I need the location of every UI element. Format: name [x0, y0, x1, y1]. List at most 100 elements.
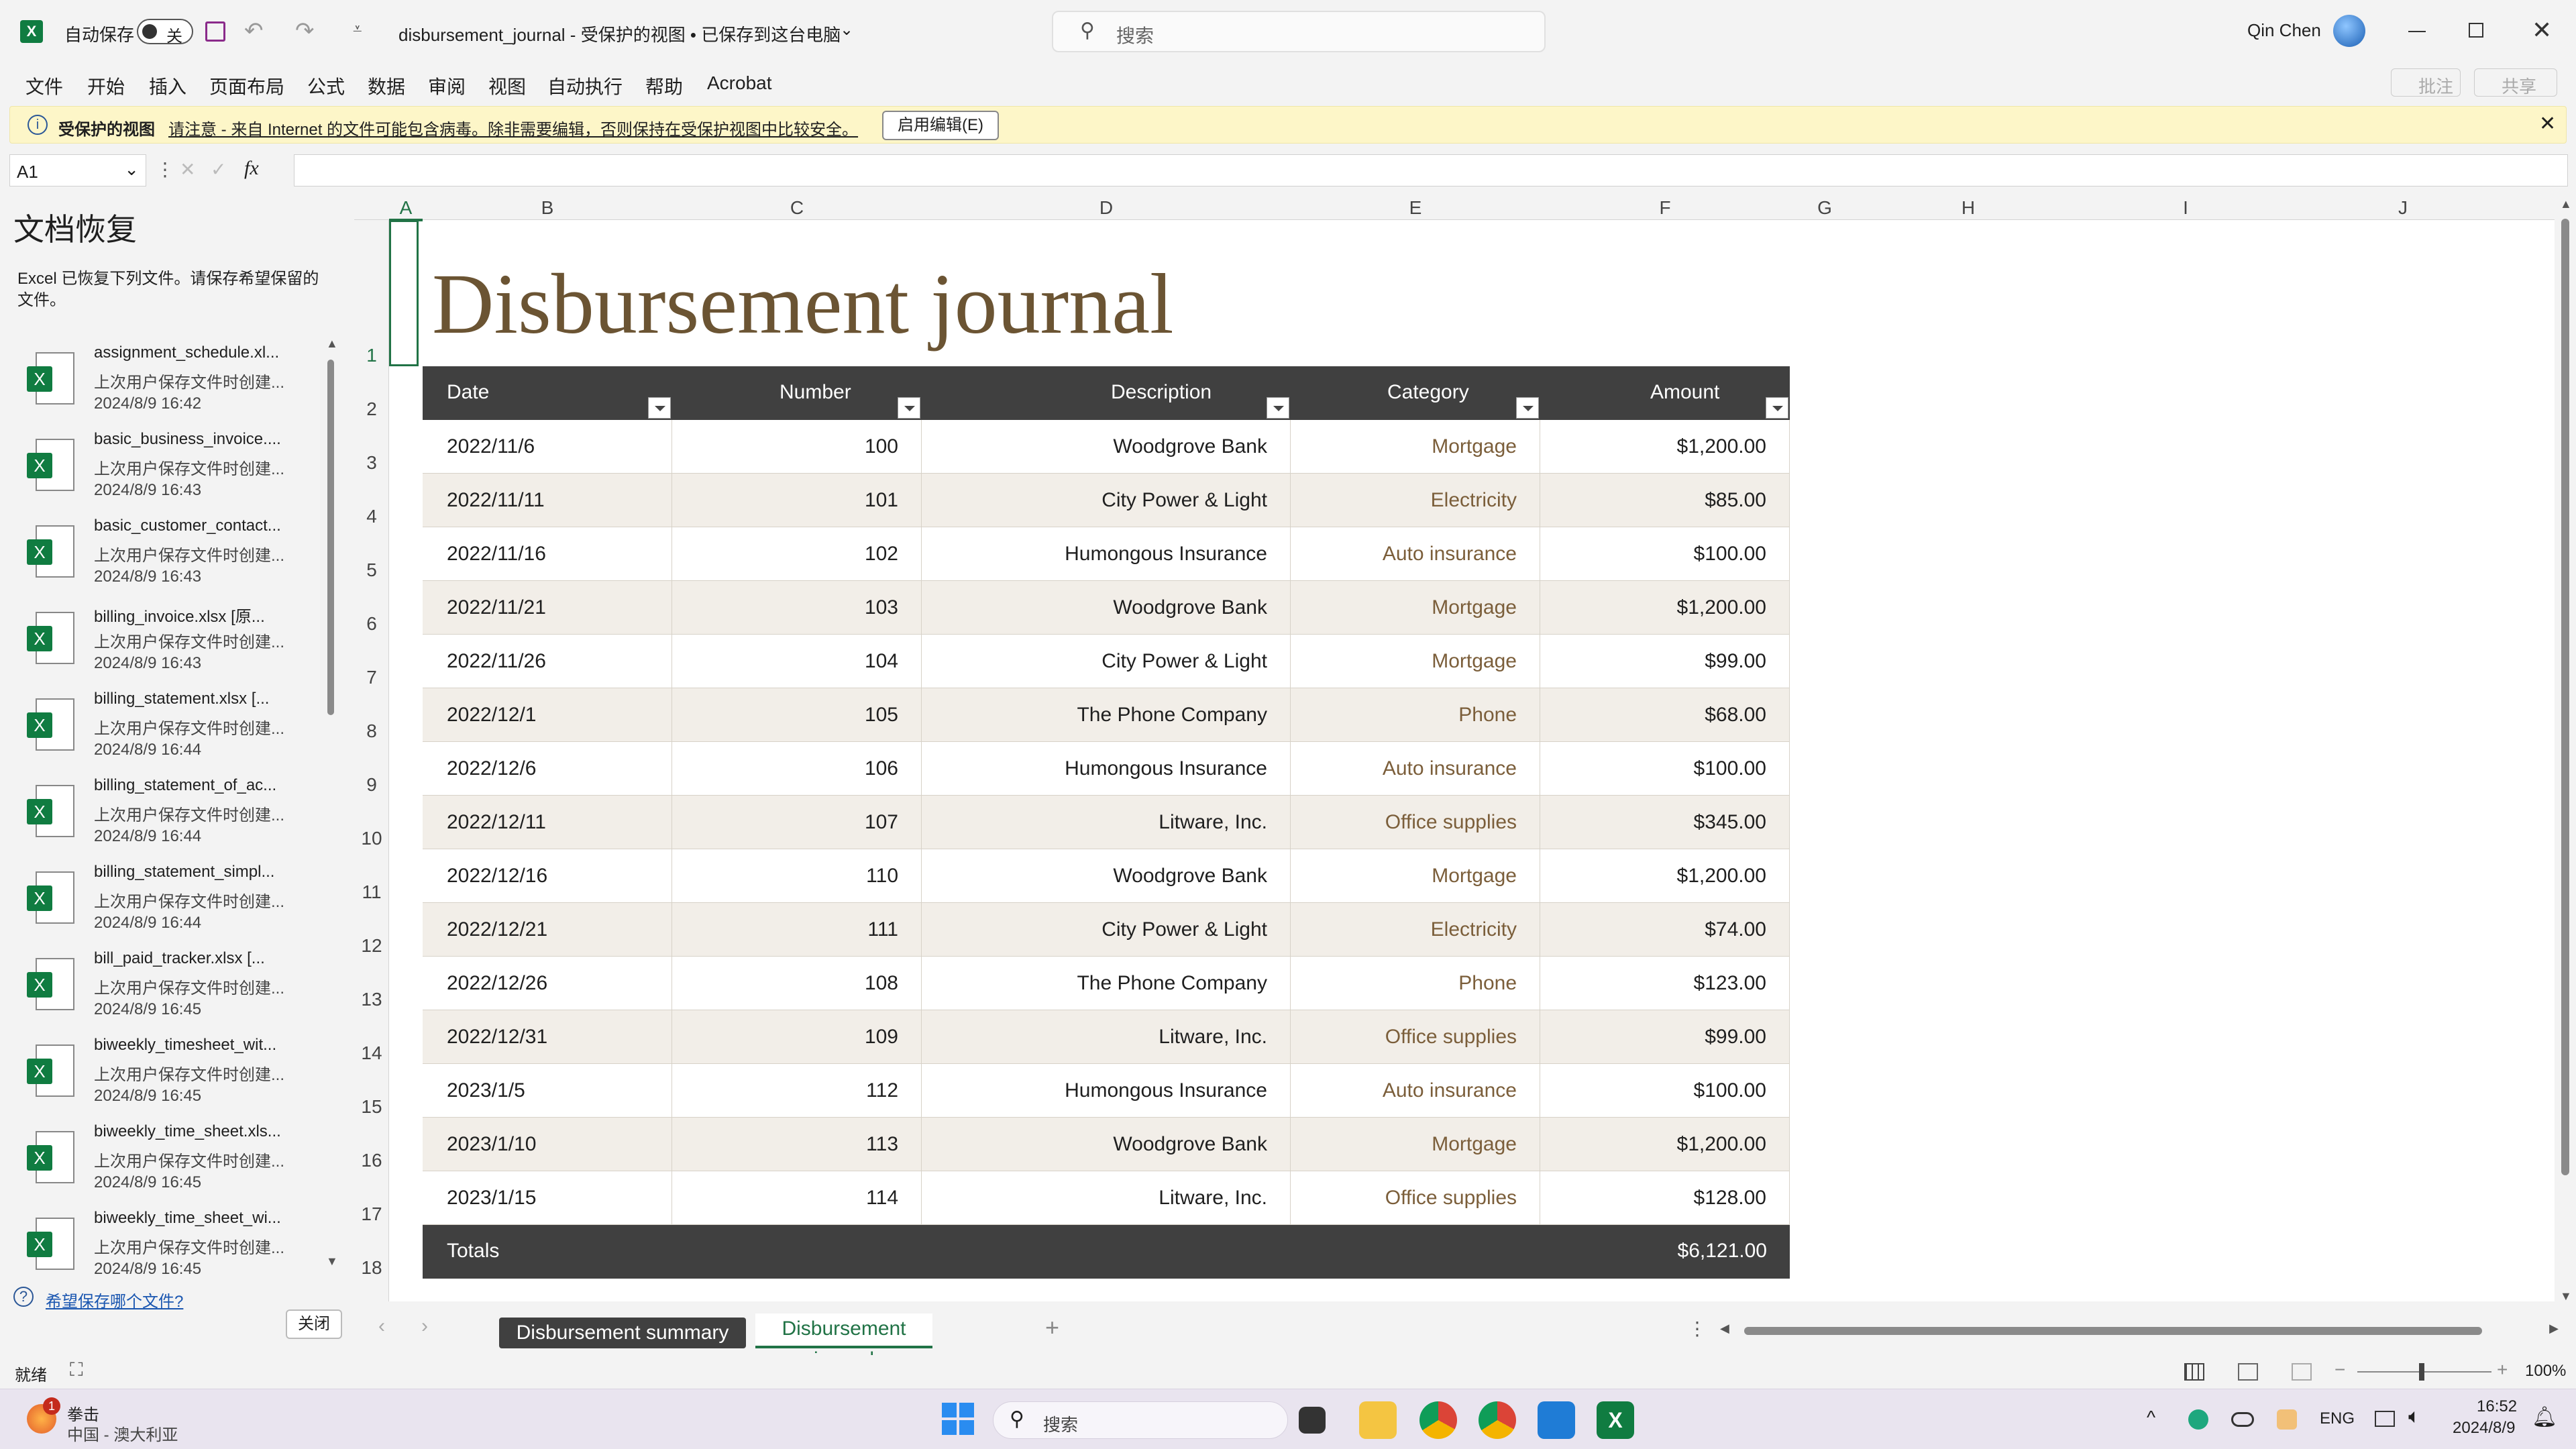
- app-tray-icon[interactable]: [2277, 1409, 2297, 1430]
- cell-number[interactable]: 109: [672, 1010, 922, 1064]
- column-header[interactable]: D: [922, 197, 1291, 219]
- name-box[interactable]: A1 ⌄: [9, 154, 146, 186]
- cell-description[interactable]: Litware, Inc.: [922, 1010, 1291, 1064]
- cell-date[interactable]: 2022/11/11: [423, 474, 672, 527]
- table-row[interactable]: 2023/1/10 113 Woodgrove Bank Mortgage $1,200…: [423, 1118, 1790, 1171]
- cell-number[interactable]: 104: [672, 635, 922, 688]
- page-break-icon[interactable]: [2292, 1363, 2312, 1381]
- cell-description[interactable]: City Power & Light: [922, 474, 1291, 527]
- filter-dropdown-icon[interactable]: [898, 397, 920, 419]
- redo-icon[interactable]: ↷: [295, 17, 315, 44]
- cell-amount[interactable]: $100.00: [1540, 742, 1790, 796]
- header-category[interactable]: Category: [1291, 366, 1540, 420]
- column-header[interactable]: B: [423, 197, 672, 219]
- cell-number[interactable]: 101: [672, 474, 922, 527]
- cell-description[interactable]: Humongous Insurance: [922, 527, 1291, 581]
- pane-scrollbar[interactable]: ▲ ▼: [326, 337, 338, 1269]
- onedrive-icon[interactable]: [2231, 1412, 2254, 1427]
- cell-description[interactable]: Woodgrove Bank: [922, 1118, 1291, 1171]
- table-row[interactable]: 2022/11/11 101 City Power & Light Electrici…: [423, 474, 1790, 527]
- cell-number[interactable]: 100: [672, 420, 922, 474]
- menu-view[interactable]: 视图: [488, 72, 526, 99]
- row-header[interactable]: 6: [354, 613, 389, 635]
- accessibility-icon[interactable]: ⛶: [70, 1359, 83, 1381]
- cell-amount[interactable]: $1,200.00: [1540, 420, 1790, 474]
- clock-time[interactable]: 16:52: [2477, 1397, 2517, 1416]
- cell-description[interactable]: Woodgrove Bank: [922, 581, 1291, 635]
- search-box[interactable]: ⚲ 搜索: [1052, 11, 1546, 52]
- enable-editing-button[interactable]: 启用编辑(E): [882, 111, 999, 140]
- cell-description[interactable]: Litware, Inc.: [922, 1171, 1291, 1225]
- table-row[interactable]: 2023/1/5 112 Humongous Insurance Auto insur…: [423, 1064, 1790, 1118]
- cell-number[interactable]: 108: [672, 957, 922, 1010]
- page-layout-icon[interactable]: [2238, 1363, 2258, 1381]
- chrome-profile-icon[interactable]: [1479, 1401, 1516, 1439]
- scroll-right-icon[interactable]: ▶: [2549, 1322, 2559, 1336]
- cell-date[interactable]: 2023/1/15: [423, 1171, 672, 1225]
- column-header[interactable]: H: [1860, 197, 2077, 219]
- cell-number[interactable]: 103: [672, 581, 922, 635]
- header-date[interactable]: Date: [423, 366, 672, 420]
- file-title[interactable]: disbursement_journal - 受保护的视图 • 已保存到这台电脑: [398, 21, 841, 46]
- taskbar-search[interactable]: ⚲ 搜索: [993, 1401, 1288, 1439]
- zoom-thumb[interactable]: [2419, 1363, 2424, 1381]
- clock-date[interactable]: 2024/8/9: [2453, 1419, 2515, 1438]
- cell-amount[interactable]: $85.00: [1540, 474, 1790, 527]
- menu-automate[interactable]: 自动执行: [547, 72, 623, 99]
- menu-formulas[interactable]: 公式: [307, 72, 345, 99]
- save-icon[interactable]: [205, 21, 225, 42]
- close-icon[interactable]: ✕: [2532, 16, 2552, 44]
- network-icon[interactable]: [2375, 1411, 2395, 1427]
- recovery-item[interactable]: X billing_statement_simpl... 上次用户保存文件时创建…: [0, 855, 329, 941]
- row-header[interactable]: 17: [354, 1203, 389, 1225]
- recovery-item[interactable]: X biweekly_time_sheet.xls... 上次用户保存文件时创建…: [0, 1114, 329, 1200]
- recovery-item[interactable]: X biweekly_time_sheet_wi... 上次用户保存文件时创建.…: [0, 1201, 329, 1281]
- cell-number[interactable]: 107: [672, 796, 922, 849]
- recovery-item[interactable]: X billing_statement.xlsx [... 上次用户保存文件时创…: [0, 682, 329, 767]
- chevron-down-icon[interactable]: ⌄: [840, 20, 853, 40]
- zoom-in-icon[interactable]: +: [2497, 1359, 2508, 1381]
- cell-number[interactable]: 102: [672, 527, 922, 581]
- selected-cell[interactable]: [389, 220, 419, 366]
- scroll-thumb[interactable]: [1744, 1327, 2482, 1335]
- scroll-thumb[interactable]: [327, 360, 334, 715]
- cell-category[interactable]: Mortgage: [1291, 420, 1540, 474]
- cell-amount[interactable]: $68.00: [1540, 688, 1790, 742]
- prev-sheet-icon[interactable]: ‹: [378, 1315, 385, 1338]
- cell-number[interactable]: 112: [672, 1064, 922, 1118]
- table-row[interactable]: 2022/12/21 111 City Power & Light Electrici…: [423, 903, 1790, 957]
- table-row[interactable]: 2022/12/11 107 Litware, Inc. Office supplie…: [423, 796, 1790, 849]
- cell-category[interactable]: Mortgage: [1291, 635, 1540, 688]
- row-header[interactable]: 4: [354, 506, 389, 527]
- cell-category[interactable]: Electricity: [1291, 474, 1540, 527]
- file-explorer-icon[interactable]: [1359, 1401, 1397, 1439]
- column-header[interactable]: A: [389, 197, 423, 221]
- cell-description[interactable]: The Phone Company: [922, 957, 1291, 1010]
- cell-amount[interactable]: $1,200.00: [1540, 581, 1790, 635]
- close-pane-button[interactable]: 关闭: [286, 1309, 342, 1339]
- which-file-link[interactable]: 希望保存哪个文件?: [46, 1288, 183, 1311]
- row-header[interactable]: 8: [354, 720, 389, 742]
- column-header[interactable]: E: [1291, 197, 1540, 219]
- cell-description[interactable]: Humongous Insurance: [922, 742, 1291, 796]
- cell-date[interactable]: 2022/11/16: [423, 527, 672, 581]
- cell-date[interactable]: 2022/12/16: [423, 849, 672, 903]
- cell-category[interactable]: Electricity: [1291, 903, 1540, 957]
- menu-home[interactable]: 开始: [87, 72, 125, 99]
- cell-category[interactable]: Phone: [1291, 688, 1540, 742]
- cell-description[interactable]: Woodgrove Bank: [922, 849, 1291, 903]
- tab-disbursement-journal[interactable]: Disbursement journal: [755, 1313, 932, 1371]
- scroll-thumb[interactable]: [2561, 219, 2569, 1175]
- scroll-down-icon[interactable]: ▼: [326, 1254, 338, 1269]
- cell-description[interactable]: Humongous Insurance: [922, 1064, 1291, 1118]
- cell-category[interactable]: Mortgage: [1291, 581, 1540, 635]
- row-header[interactable]: 2: [354, 398, 389, 420]
- user-name[interactable]: Qin Chen: [2247, 20, 2321, 41]
- recovery-item[interactable]: X billing_statement_of_ac... 上次用户保存文件时创建…: [0, 768, 329, 854]
- cell-date[interactable]: 2022/12/11: [423, 796, 672, 849]
- column-header[interactable]: F: [1540, 197, 1790, 219]
- cell-amount[interactable]: $99.00: [1540, 635, 1790, 688]
- cell-date[interactable]: 2022/12/1: [423, 688, 672, 742]
- cell-date[interactable]: 2022/12/21: [423, 903, 672, 957]
- row-header[interactable]: 5: [354, 559, 389, 581]
